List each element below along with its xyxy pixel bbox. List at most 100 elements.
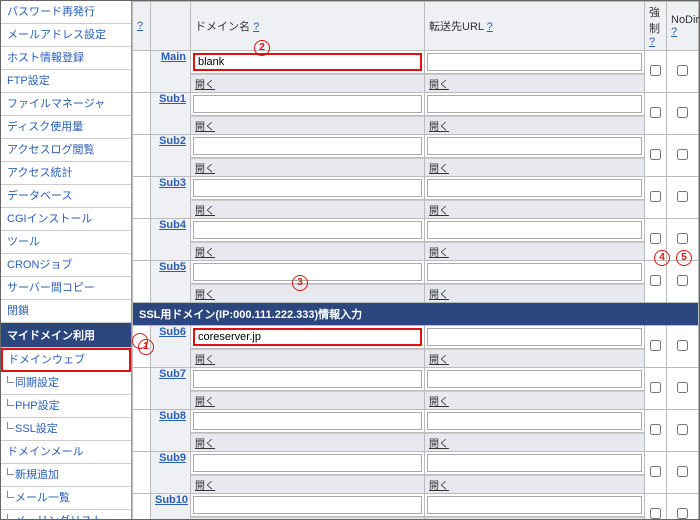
kyosei-checkbox[interactable] [650, 382, 661, 393]
domain-input[interactable] [193, 412, 422, 430]
domain-input[interactable] [193, 137, 422, 155]
sidebar-subitem[interactable]: メール一覧 [1, 487, 131, 510]
row-label-link[interactable]: Sub6 [159, 326, 186, 338]
sidebar-subitem[interactable]: SSL設定 [1, 418, 131, 441]
sidebar-item[interactable]: パスワード再発行 [1, 1, 131, 24]
domain-input[interactable] [193, 221, 422, 239]
main-panel: ? ドメイン名 ? 転送先URL ? 強制? NoDir? Main 開く 開く [132, 1, 699, 519]
url-input[interactable] [427, 179, 642, 197]
open-link[interactable]: 開く [429, 206, 449, 217]
kyosei-checkbox[interactable] [650, 508, 661, 519]
url-input[interactable] [427, 221, 642, 239]
row-label-link[interactable]: Sub5 [159, 261, 186, 273]
url-input[interactable] [427, 263, 642, 281]
open-link[interactable]: 開く [195, 397, 215, 408]
nodir-checkbox[interactable] [677, 275, 688, 286]
open-link[interactable]: 開く [195, 439, 215, 450]
sidebar-subitem[interactable]: 同期設定 [1, 372, 131, 395]
open-row: 開く 開く [133, 74, 699, 93]
kyosei-checkbox[interactable] [650, 466, 661, 477]
col-header-kyosei: 強制? [645, 2, 667, 51]
sidebar-item[interactable]: メールアドレス設定 [1, 24, 131, 47]
open-link[interactable]: 開く [195, 290, 215, 301]
nodir-checkbox[interactable] [677, 65, 688, 76]
url-input[interactable] [427, 137, 642, 155]
domain-input-main[interactable] [193, 53, 422, 71]
open-link[interactable]: 開く [429, 397, 449, 408]
nodir-checkbox[interactable] [677, 466, 688, 477]
row-label-link[interactable]: Sub1 [159, 93, 186, 105]
url-input[interactable] [427, 412, 642, 430]
row-label-link[interactable]: Main [161, 51, 186, 63]
domain-input[interactable] [193, 179, 422, 197]
open-link[interactable]: 開く [429, 248, 449, 259]
sidebar-item[interactable]: サーバー間コピー [1, 277, 131, 300]
sidebar-item[interactable]: CGIインストール [1, 208, 131, 231]
nodir-checkbox[interactable] [677, 191, 688, 202]
sidebar-item[interactable]: データベース [1, 185, 131, 208]
domain-input[interactable] [193, 370, 422, 388]
domain-input[interactable] [193, 95, 422, 113]
nodir-checkbox[interactable] [677, 382, 688, 393]
sidebar-subitem[interactable]: 新規追加 [1, 464, 131, 487]
row-label-link[interactable]: Sub10 [155, 494, 188, 506]
kyosei-checkbox[interactable] [650, 107, 661, 118]
open-link[interactable]: 開く [429, 290, 449, 301]
open-link[interactable]: 開く [195, 122, 215, 133]
nodir-checkbox[interactable] [677, 107, 688, 118]
sidebar-item[interactable]: ツール [1, 231, 131, 254]
url-input-main[interactable] [427, 53, 642, 71]
sidebar-item-domain-web[interactable]: ドメインウェブ [1, 348, 131, 372]
nodir-checkbox[interactable] [677, 508, 688, 519]
domain-input[interactable] [193, 496, 422, 514]
domain-input-sub6[interactable] [193, 328, 422, 346]
row-label-link[interactable]: Sub8 [159, 410, 186, 422]
kyosei-checkbox[interactable] [650, 275, 661, 286]
open-link[interactable]: 開く [429, 80, 449, 91]
kyosei-checkbox-sub6[interactable] [650, 340, 661, 351]
row-label-link[interactable]: Sub3 [159, 177, 186, 189]
open-link[interactable]: 開く [429, 122, 449, 133]
nodir-checkbox[interactable] [677, 233, 688, 244]
sidebar-item[interactable]: 閉鎖 [1, 300, 131, 323]
nodir-checkbox[interactable] [677, 424, 688, 435]
open-link[interactable]: 開く [195, 481, 215, 492]
sidebar-item[interactable]: ドメインメール [1, 441, 131, 464]
row-label-link[interactable]: Sub7 [159, 368, 186, 380]
sidebar-item[interactable]: CRONジョブ [1, 254, 131, 277]
sidebar-item[interactable]: ディスク使用量 [1, 116, 131, 139]
open-link[interactable]: 開く [195, 80, 215, 91]
open-link[interactable]: 開く [429, 481, 449, 492]
open-link[interactable]: 開く [195, 248, 215, 259]
sidebar-item[interactable]: FTP設定 [1, 70, 131, 93]
domain-input[interactable] [193, 454, 422, 472]
kyosei-checkbox[interactable] [650, 424, 661, 435]
row-label-link[interactable]: Sub9 [159, 452, 186, 464]
domain-input[interactable] [193, 263, 422, 281]
open-link[interactable]: 開く [429, 355, 449, 366]
open-link[interactable]: 開く [195, 164, 215, 175]
kyosei-checkbox[interactable] [650, 65, 661, 76]
url-input[interactable] [427, 328, 642, 346]
url-input[interactable] [427, 95, 642, 113]
open-link[interactable]: 開く [429, 439, 449, 450]
open-link[interactable]: 開く [429, 164, 449, 175]
open-link[interactable]: 開く [195, 355, 215, 366]
url-input[interactable] [427, 454, 642, 472]
sidebar-item[interactable]: アクセスログ閲覧 [1, 139, 131, 162]
sidebar-subitem[interactable]: メーリングリスト [1, 510, 131, 520]
open-link[interactable]: 開く [195, 206, 215, 217]
nodir-checkbox[interactable] [677, 149, 688, 160]
url-input[interactable] [427, 370, 642, 388]
sidebar-item[interactable]: ホスト情報登録 [1, 47, 131, 70]
sidebar-item[interactable]: ファイルマネージャ [1, 93, 131, 116]
kyosei-checkbox[interactable] [650, 233, 661, 244]
sidebar-subitem[interactable]: PHP設定 [1, 395, 131, 418]
kyosei-checkbox[interactable] [650, 191, 661, 202]
sidebar-item[interactable]: アクセス統計 [1, 162, 131, 185]
kyosei-checkbox[interactable] [650, 149, 661, 160]
url-input[interactable] [427, 496, 642, 514]
nodir-checkbox-sub6[interactable] [677, 340, 688, 351]
row-label-link[interactable]: Sub4 [159, 219, 186, 231]
row-label-link[interactable]: Sub2 [159, 135, 186, 147]
